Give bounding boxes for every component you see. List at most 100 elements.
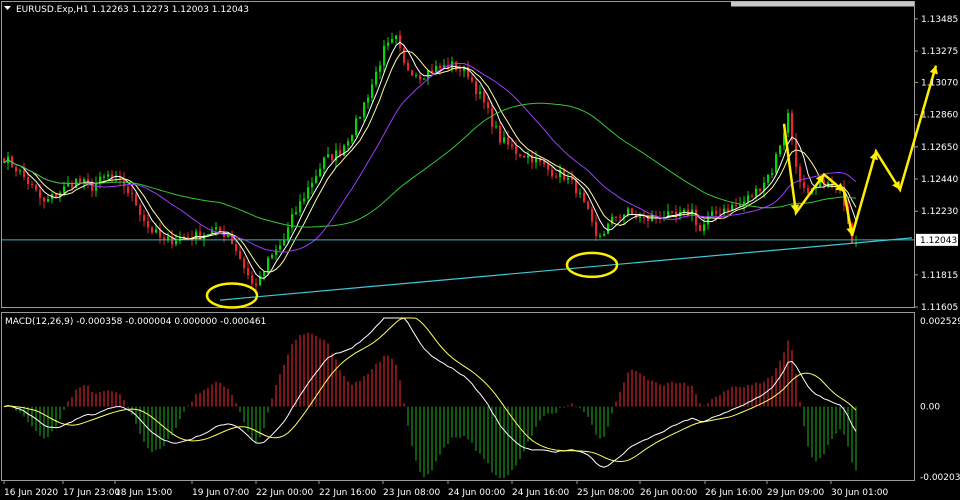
candle-body xyxy=(31,183,34,185)
macd-tick-label: 0.002529 xyxy=(920,317,960,327)
candle-body xyxy=(411,70,414,76)
candle-body xyxy=(543,161,546,165)
price-tick-label: 1.12650 xyxy=(921,143,958,153)
candle-body xyxy=(803,182,806,188)
candle-body xyxy=(243,258,246,269)
candle-body xyxy=(327,154,330,158)
candle-body xyxy=(87,179,90,182)
candle-body xyxy=(67,183,70,187)
candle-body xyxy=(479,91,482,94)
scroll-thumb[interactable] xyxy=(731,1,914,7)
candle-body xyxy=(359,116,362,119)
candle-body xyxy=(143,214,146,222)
candle-body xyxy=(151,227,154,233)
candle-body xyxy=(307,187,310,199)
candle-body xyxy=(299,201,302,213)
candle-body xyxy=(735,204,738,206)
candle-body xyxy=(547,164,550,170)
candle-body xyxy=(503,137,506,143)
price-tick-label: 1.12230 xyxy=(921,207,958,217)
candle-body xyxy=(459,70,462,72)
macd-tick-label: 0.00 xyxy=(920,403,940,413)
candle-body xyxy=(523,155,526,158)
time-tick-label: 26 Jun 00:00 xyxy=(640,488,697,498)
candle-body xyxy=(267,257,270,272)
time-tick-label: 25 Jun 08:00 xyxy=(577,488,634,498)
candle-body xyxy=(475,81,478,94)
candle-body xyxy=(451,61,454,70)
candle-body xyxy=(239,250,242,259)
candle-body xyxy=(683,209,686,212)
candle-body xyxy=(135,193,138,206)
time-tick-label: 23 Jun 08:00 xyxy=(383,488,440,498)
candle-body xyxy=(487,102,490,109)
candle-body xyxy=(595,221,598,236)
candle-body xyxy=(403,48,406,63)
candle-body xyxy=(35,184,38,191)
candle-body xyxy=(427,70,430,79)
macd-tick-label: -0.00203 xyxy=(920,473,960,483)
candle-body xyxy=(19,170,22,172)
price-tick-label: 1.12440 xyxy=(921,175,958,185)
candle-body xyxy=(367,97,370,103)
price-tick-label: 1.11605 xyxy=(921,303,958,313)
current-price-label: 1.12043 xyxy=(920,236,957,246)
macd-panel-title: MACD(12,26,9) -0.000358 -0.000004 0.0000… xyxy=(5,317,266,327)
chart-canvas: 1.13485 1.13275 1.13070 1.12860 1.12650 1.124… xyxy=(0,0,960,500)
candle-body xyxy=(455,61,458,71)
candle-body xyxy=(251,275,254,284)
time-tick-label: 26 Jun 16:00 xyxy=(705,488,762,498)
candle-body xyxy=(235,244,238,251)
candle-body xyxy=(187,236,190,238)
candle-body xyxy=(795,139,798,167)
candle-body xyxy=(323,157,326,169)
candle-body xyxy=(371,84,374,98)
price-panel-title: EURUSD.Exp,H1 1.12263 1.12273 1.12003 1.… xyxy=(16,5,249,15)
candle-body xyxy=(39,190,42,198)
candle-body xyxy=(167,236,170,240)
candle-body xyxy=(703,224,706,232)
candle-body xyxy=(375,71,378,85)
candle-body xyxy=(95,183,98,191)
candle-body xyxy=(415,75,418,77)
candle-body xyxy=(387,42,390,46)
candle-body xyxy=(147,221,150,228)
candle-body xyxy=(507,137,510,145)
candle-body xyxy=(707,215,710,225)
candle-body xyxy=(391,38,394,43)
candle-body xyxy=(383,45,386,66)
candle-body xyxy=(103,176,106,178)
candle-body xyxy=(423,78,426,80)
candle-body xyxy=(515,146,518,154)
candle-body xyxy=(491,108,494,127)
candle-body xyxy=(775,154,778,174)
candle-body xyxy=(551,169,554,177)
candle-body xyxy=(615,216,618,218)
candle-body xyxy=(603,233,606,236)
candle-body xyxy=(139,205,142,215)
candle-body xyxy=(351,135,354,142)
candle-body xyxy=(471,77,474,82)
candle-body xyxy=(271,254,274,258)
candle-body xyxy=(699,225,702,232)
candle-body xyxy=(671,211,674,213)
candle-body xyxy=(71,183,74,189)
candle-body xyxy=(771,173,774,175)
candle-body xyxy=(247,268,250,276)
candle-body xyxy=(283,240,286,246)
candle-body xyxy=(787,112,790,133)
time-tick-label: 19 Jun 07:00 xyxy=(192,488,249,498)
candle-body xyxy=(779,145,782,155)
candle-body xyxy=(107,174,110,177)
candle-body xyxy=(439,66,442,69)
candle-body xyxy=(263,271,266,276)
price-tick-label: 1.12860 xyxy=(921,111,958,121)
candle-body xyxy=(599,235,602,237)
price-tick-label: 1.13275 xyxy=(921,47,958,57)
candle-body xyxy=(619,216,622,218)
candle-body xyxy=(319,168,322,177)
candle-body xyxy=(755,188,758,197)
candle-body xyxy=(767,174,770,183)
candle-body xyxy=(607,223,610,234)
candle-body xyxy=(743,201,746,205)
